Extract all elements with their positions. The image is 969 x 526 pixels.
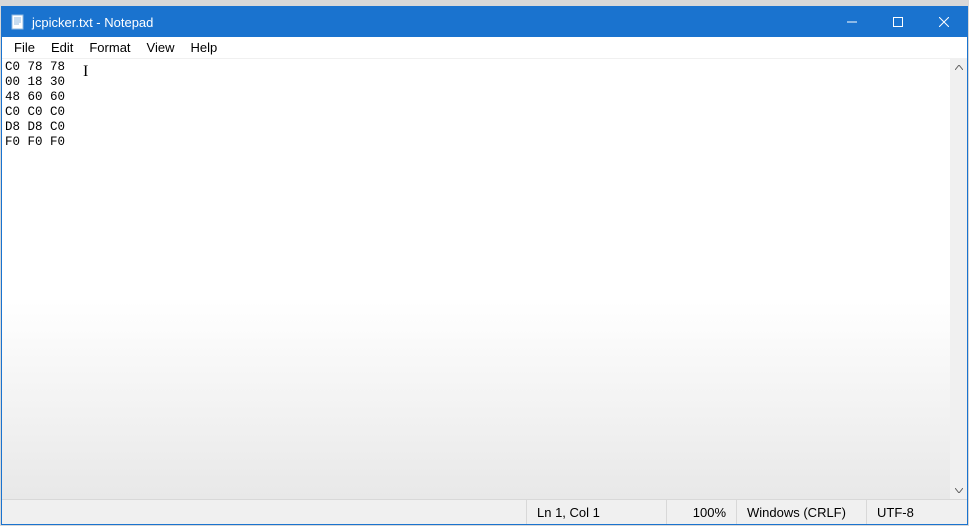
menu-format[interactable]: Format (81, 38, 138, 57)
menu-view[interactable]: View (139, 38, 183, 57)
minimize-button[interactable] (829, 7, 875, 37)
text-editor[interactable]: C0 78 78 00 18 30 48 60 60 C0 C0 C0 D8 D… (2, 59, 950, 499)
window-controls (829, 7, 967, 37)
close-button[interactable] (921, 7, 967, 37)
window-title: jcpicker.txt - Notepad (32, 15, 829, 30)
maximize-button[interactable] (875, 7, 921, 37)
notepad-window: jcpicker.txt - Notepad File Edit Format … (1, 6, 968, 525)
status-zoom: 100% (667, 500, 737, 524)
scroll-track[interactable] (950, 76, 967, 482)
menubar: File Edit Format View Help (2, 37, 967, 59)
status-spacer (2, 500, 527, 524)
menu-help[interactable]: Help (182, 38, 225, 57)
scroll-up-icon[interactable] (950, 59, 967, 76)
status-encoding: UTF-8 (867, 500, 967, 524)
status-position: Ln 1, Col 1 (527, 500, 667, 524)
menu-file[interactable]: File (6, 38, 43, 57)
editor-area: C0 78 78 00 18 30 48 60 60 C0 C0 C0 D8 D… (2, 59, 967, 499)
menu-edit[interactable]: Edit (43, 38, 81, 57)
status-line-ending: Windows (CRLF) (737, 500, 867, 524)
scroll-down-icon[interactable] (950, 482, 967, 499)
vertical-scrollbar[interactable] (950, 59, 967, 499)
statusbar: Ln 1, Col 1 100% Windows (CRLF) UTF-8 (2, 499, 967, 524)
titlebar[interactable]: jcpicker.txt - Notepad (2, 7, 967, 37)
notepad-icon (10, 14, 26, 30)
